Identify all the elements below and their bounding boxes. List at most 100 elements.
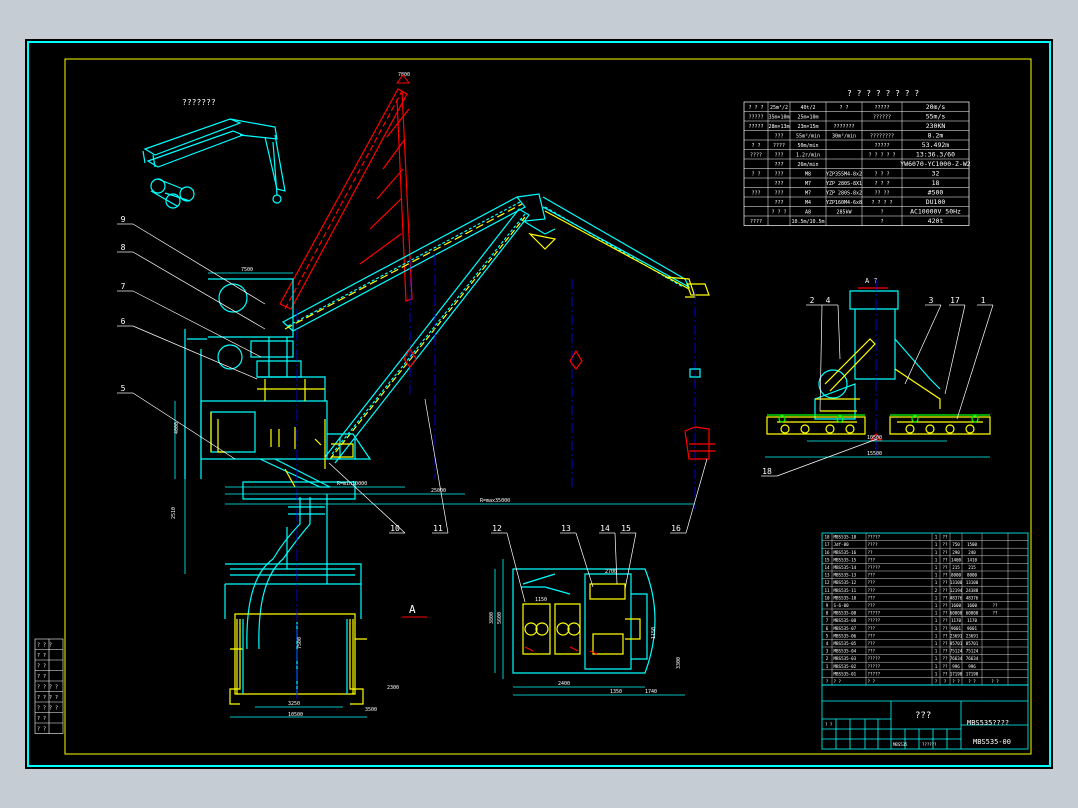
parts-list-cell: MBS535-14 [834,565,857,570]
left-strip-label: ? ? [37,727,46,733]
parts-list-cell: MBS535-04 [834,649,857,654]
parts-list-cell: 750 [952,542,960,547]
spec-table-cell: ????? [874,143,889,149]
part-balloon-number: 16 [671,524,681,533]
part-balloon-number: 15 [621,524,631,533]
spec-table-cell: ??? [751,191,760,197]
spec-table-cell: M7 [805,181,811,187]
spec-table-cell: 55m³/min [796,134,820,140]
part-balloon-number: 11 [433,524,443,533]
balloon-leader [132,325,258,380]
raised-boom-red [279,88,413,310]
title-block-mark-2: MBS535 [893,742,908,747]
dim-plan-g: 3300 [676,657,682,669]
parts-list-cell: ?? [992,611,998,616]
parts-list-cell: ? [935,679,938,684]
parts-list-cell: ?? [942,671,948,676]
cad-viewport[interactable]: ? ? ?? ?? ?? ?? ? ? ?? ? ? ?? ? ? ?? ?? … [25,39,1053,769]
section-letter-a: A [409,603,416,616]
sheet-border [27,41,1051,767]
isometric-grab-view: ??????? [142,98,286,209]
dim-plan-d: 2400 [558,681,570,687]
spec-table-cell: ? ? ? ? [871,200,892,206]
parts-list-cell: 48376 [966,595,979,600]
spec-table-cell: ? ? ? ? ? [868,153,895,159]
spec-table-cell: ??? [774,191,783,197]
part-balloon-number: 1 [981,296,986,305]
parts-list-cell: 1 [935,565,938,570]
parts-list-cell: 1410 [967,557,978,562]
parts-list-cell: 18 [824,535,830,540]
parts-list-cell: ??? [868,649,876,654]
part-balloon-number: 2 [810,296,815,305]
parts-list-cell: MBS535-02 [834,664,857,669]
parts-list-cell: 11 [824,588,830,593]
spec-table-cell: ? ? [751,172,760,178]
parts-list-cell: ?? [942,649,948,654]
spec-table-cell: ?? ?? [874,191,889,197]
part-balloon-number: 3 [929,296,934,305]
parts-list-cell: ?? [942,611,948,616]
part-balloon-number: 12 [492,524,502,533]
spec-table-cell: 53.492m [922,141,949,149]
parts-list: 18 MBS535-18????? 1 ??17 Jdf-00???? 1?? 750 150… [821,532,1029,686]
parts-list-cell: 6 [826,626,829,631]
parts-list-cell: 1 [935,580,938,585]
parts-list-cell: ?? [942,603,948,608]
parts-list-cell: 240 [968,550,976,555]
spec-table-cell: ?????? [873,115,891,121]
spec-table-cell: YZP 280S-8x2 [826,191,862,197]
parts-list-cell: ? ? [991,679,999,684]
plan-view-markers [524,646,598,655]
parts-list-cell: 48376 [950,595,963,600]
balloon-leader [132,392,236,460]
spec-table-cell: ??? [774,162,783,168]
parts-list-cell: MBS535-08 [834,618,857,623]
spec-table-cell: 10.5m/10.5m [791,219,824,225]
parts-list-cell: MBS535-05 [834,641,857,646]
part-balloon-number: 5 [121,384,126,393]
dim-tower-height: 7500 [297,637,303,649]
parts-list-cell: ?? [992,603,998,608]
spec-table-cell: 1.2r/min [796,153,820,159]
parts-list-cell: 17 [824,542,830,547]
parts-list-cell: ????? [868,656,881,661]
spec-table-cell: ??? [774,134,783,140]
inner-frame [64,58,1032,755]
parts-list-cell: 1 [935,573,938,578]
parts-list-cell: 1 [935,535,938,540]
parts-list-cell: 13100 [950,580,963,585]
dim-rail-height: 2300 [387,685,399,691]
parts-list-cell: ?? [942,595,948,600]
parts-list-cell: MBS535-16 [834,550,857,555]
parts-list-cell: ?? [942,550,948,555]
parts-list-cell: 3 [826,649,829,654]
parts-list-cell: ??? [868,573,876,578]
balloon-leader [956,304,994,420]
title-block-drawing-title: MBS535???? [967,719,1009,727]
dim-radius-mid: 25000 [431,488,446,494]
parts-list-cell: ????? [868,535,881,540]
parts-list-cell: 60800 [966,611,979,616]
dim-portal-height: 2510 [171,507,177,519]
spec-table-cell: A8 [805,210,811,216]
balloon-leader [819,304,823,412]
spec-table-cell: ???? [773,143,785,149]
spec-table-cell: ????? [748,124,763,130]
parts-list-cell: 1 [935,550,938,555]
spec-table-cell: ? ? [839,105,848,111]
spec-table-cell: ? [880,219,883,225]
balloon-leader [132,223,266,305]
parts-list-cell: 1400 [951,557,962,562]
spec-table-cell: ? [880,210,883,216]
parts-list-cell: 9601 [951,626,962,631]
part-balloon-number: 13 [561,524,571,533]
spec-table-cell: 420t [928,217,944,225]
parts-list-cell: 2 [935,588,938,593]
parts-list-cell: 1 [826,664,829,669]
parts-list-cell: ??? [868,588,876,593]
parts-list-cell: 24388 [966,588,979,593]
grab-cylinders [150,141,282,209]
balloon-leader [132,290,262,358]
spec-table-cell: M4 [805,200,811,206]
